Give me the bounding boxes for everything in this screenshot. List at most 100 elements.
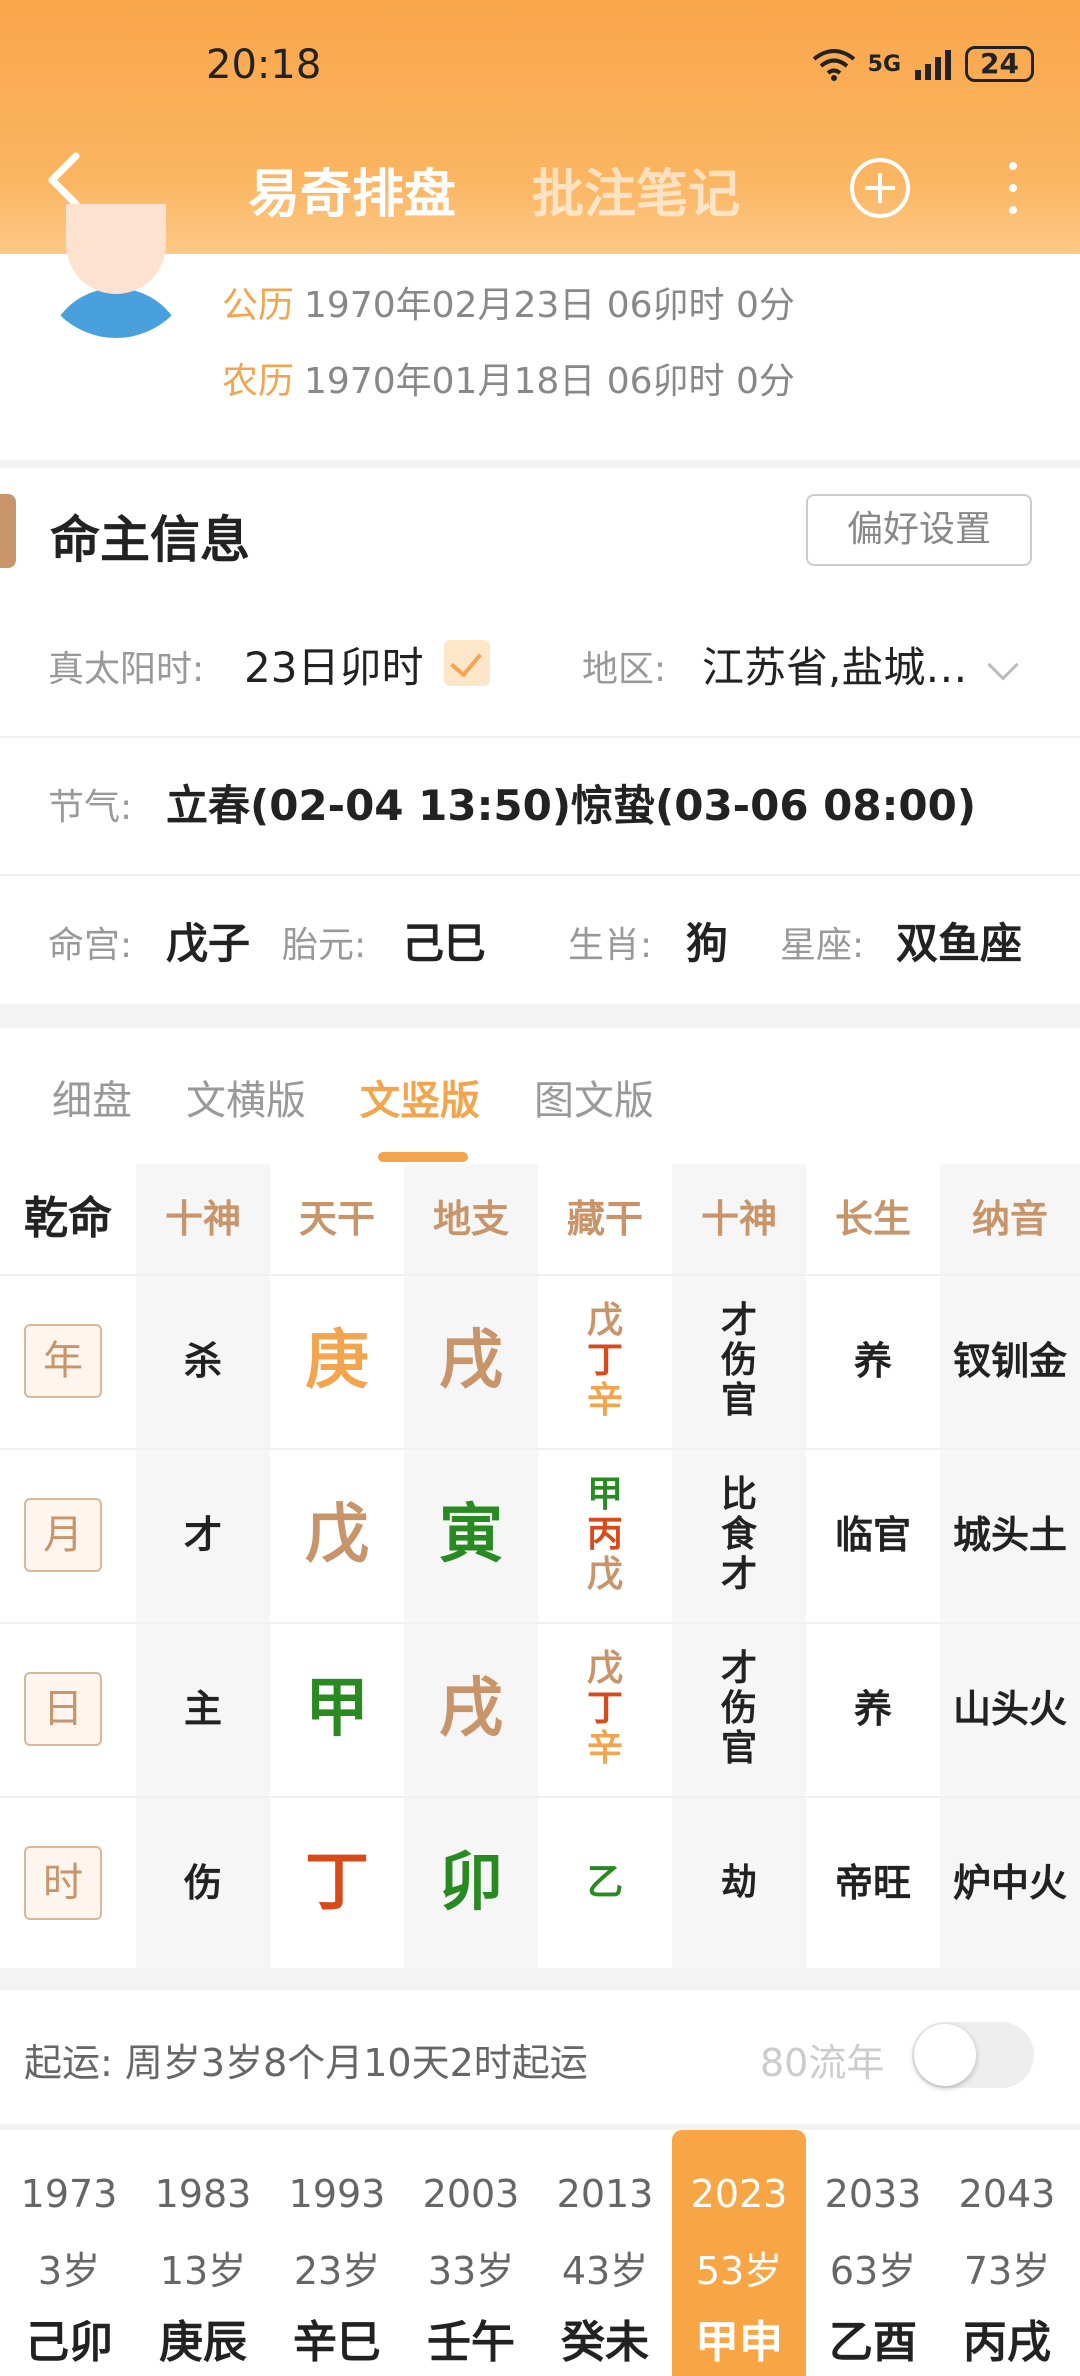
solar-value: 1970年02月23日 06卯时 0分: [304, 285, 795, 326]
dizhi-cell: 戌: [439, 1324, 503, 1398]
dayun-item[interactable]: 1973 3岁 己卯: [2, 2130, 136, 2376]
grid-header: 天干: [298, 1197, 375, 1241]
dayun-ganzhi: 甲申: [695, 2317, 783, 2368]
lunar-label: 农历: [222, 361, 295, 402]
dayun-year: 2013: [556, 2172, 654, 2216]
solar-label: 公历: [222, 285, 295, 326]
dayun-ganzhi: 庚辰: [159, 2317, 247, 2368]
active-tab-indicator: [378, 1152, 468, 1162]
tab-text-vertical[interactable]: 文竖版: [360, 1068, 480, 1126]
shengxiao-value: 狗: [686, 919, 729, 968]
back-arrow-icon[interactable]: [44, 150, 84, 210]
chart-view-tabs: 细盘 文横版 文竖版 图文版: [0, 1028, 1080, 1164]
avatar: [36, 204, 196, 338]
status-time: 20:18: [206, 42, 322, 88]
dizhi-cell: 寅: [439, 1498, 503, 1572]
dayun-age: 23岁: [293, 2249, 381, 2293]
dayun-age: 73岁: [963, 2249, 1051, 2293]
dayun-item[interactable]: 2043 73岁丙戌: [940, 2130, 1074, 2376]
solar-date-row: 公历 1970年02月23日 06卯时 0分: [222, 276, 795, 328]
qiyun-text: 起运: 周岁3岁8个月10天2时起运: [24, 2032, 588, 2087]
shishen2-char: 劫: [720, 1862, 757, 1903]
dayun-ganzhi: 壬午: [427, 2317, 515, 2368]
changsheng-cell: 养: [853, 1687, 892, 1731]
dayun-year: 1973: [20, 2172, 118, 2216]
pillar-label[interactable]: 年: [24, 1324, 102, 1398]
shishen2-char: 比: [720, 1474, 757, 1515]
grid-header: 地支: [432, 1197, 509, 1241]
dayun-year: 2033: [824, 2172, 922, 2216]
true-solar-value: 23日卯时: [244, 643, 424, 692]
dayun-age: 13岁: [159, 2249, 247, 2293]
true-solar-label: 真太阳时:: [48, 649, 205, 690]
dizhi-cell: 卯: [439, 1846, 503, 1920]
signal-icon: [915, 50, 952, 80]
dayun-strip: 1973 3岁 己卯 1983 13岁 庚辰 1993 23岁 辛巳 2003 33岁 壬午 2013 4…: [0, 2130, 1080, 2376]
changsheng-cell: 临官: [834, 1513, 911, 1557]
status-icons: 5G 24: [812, 46, 1034, 82]
nayin-cell: 城头土: [952, 1513, 1067, 1557]
liunian-toggle[interactable]: [912, 2022, 1034, 2088]
xingzuo-label: 星座:: [780, 925, 865, 966]
tab-text-horizontal[interactable]: 文横版: [186, 1068, 306, 1126]
region-value[interactable]: 江苏省,盐城…: [702, 634, 967, 695]
pillar-label[interactable]: 日: [24, 1672, 102, 1746]
true-solar-checkbox[interactable]: [444, 640, 490, 686]
dayun-age: 43岁: [561, 2249, 649, 2293]
canggan-char: 戊: [586, 1554, 623, 1595]
tiangan-cell: 丁: [305, 1846, 369, 1920]
dayun-item[interactable]: 2033 63岁 乙酉: [806, 2130, 940, 2376]
shishen-cell: 伤: [183, 1861, 222, 1905]
tiangan-cell: 戊: [305, 1498, 369, 1572]
dayun-age: 53岁: [695, 2249, 783, 2293]
xingzuo-value: 双鱼座: [896, 919, 1023, 968]
canggan-char: 丁: [586, 1340, 623, 1381]
shishen2-char: 伤: [720, 1688, 757, 1729]
section-title: 命主信息: [50, 511, 250, 569]
shishen2-char: 食: [720, 1514, 757, 1555]
dayun-age: 63岁: [829, 2249, 917, 2293]
dayun-item[interactable]: 1983 13岁 庚辰: [136, 2130, 270, 2376]
grid-header: 长生: [834, 1197, 911, 1241]
more-icon[interactable]: [1003, 162, 1023, 218]
shishen2-char: 伤: [720, 1340, 757, 1381]
tab-graphic[interactable]: 图文版: [534, 1068, 654, 1126]
dayun-item[interactable]: 1993 23岁 辛巳: [270, 2130, 404, 2376]
pillar-label[interactable]: 月: [24, 1498, 102, 1572]
dayun-ganzhi: 己卯: [25, 2317, 113, 2368]
shishen-cell: 才: [183, 1513, 222, 1557]
shishen-cell: 杀: [183, 1339, 222, 1383]
region-label: 地区:: [582, 649, 667, 690]
tab-yiqi-paipan[interactable]: 易奇排盘: [248, 152, 456, 227]
tab-detail[interactable]: 细盘: [52, 1068, 132, 1126]
grid-header: 十神: [700, 1197, 777, 1241]
jieqi-value: 立春(02-04 13:50)惊蛰(03-06 08:00): [166, 781, 977, 830]
profile-card: 公历 1970年02月23日 06卯时 0分 农历 1970年01月18日 06卯时…: [0, 204, 1080, 460]
canggan-char: 戊: [586, 1648, 623, 1689]
network-type: 5G: [867, 51, 902, 77]
canggan-char: 戊: [586, 1300, 623, 1341]
qiyun-row: 起运: 周岁3岁8个月10天2时起运 80流年: [0, 1990, 1080, 2124]
dayun-item[interactable]: 2013 43岁 癸未: [538, 2130, 672, 2376]
dayun-year: 2043: [958, 2172, 1056, 2216]
shishen2-char: 官: [720, 1380, 757, 1421]
tab-annotation-notes[interactable]: 批注笔记: [532, 152, 740, 227]
grid-header: 纳音: [971, 1197, 1048, 1241]
shishen2-char: 才: [720, 1300, 757, 1341]
add-icon[interactable]: [850, 158, 910, 218]
pillar-label[interactable]: 时: [24, 1846, 102, 1920]
dayun-ganzhi: 丙戌: [963, 2317, 1051, 2368]
bazi-grid: 乾命 十神 天干 地支 藏干 十神 长生 纳音年杀庚戌戊丁辛才伤官养钗钏金月才戊寅甲丙戊比食才…: [0, 1164, 1080, 1968]
tiangan-cell: 甲: [305, 1672, 369, 1746]
dayun-year: 2003: [422, 2172, 520, 2216]
changsheng-cell: 养: [853, 1339, 892, 1383]
shishen2-char: 才: [720, 1554, 757, 1595]
grid-header: 十神: [164, 1197, 241, 1241]
dayun-item[interactable]: 2023 53岁 甲申: [672, 2130, 806, 2376]
grid-header: 藏干: [566, 1197, 643, 1241]
canggan-char: 辛: [586, 1728, 623, 1769]
preference-settings-button[interactable]: 偏好设置: [806, 494, 1032, 566]
dayun-item[interactable]: 2003 33岁壬午: [404, 2130, 538, 2376]
liunian-label: 80流年: [760, 2041, 885, 2085]
dayun-age: 33岁: [427, 2249, 515, 2293]
